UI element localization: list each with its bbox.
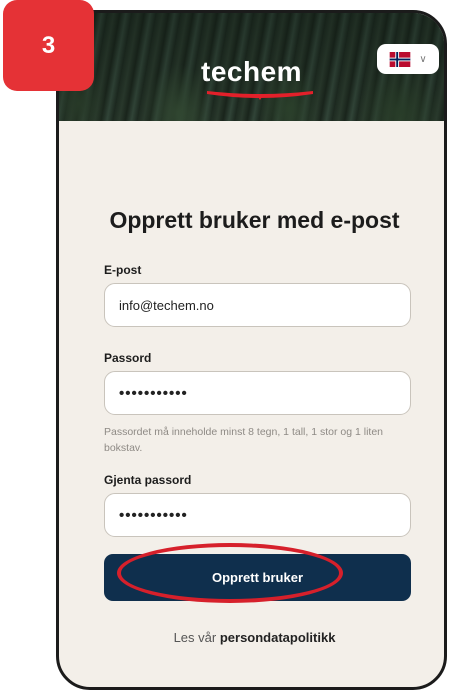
- language-selector[interactable]: ∨: [377, 44, 439, 74]
- confirm-password-field[interactable]: •••••••••••: [104, 493, 411, 537]
- password-label: Passord: [104, 351, 152, 365]
- privacy-policy-link[interactable]: persondatapolitikk: [220, 630, 336, 645]
- logo-swoosh-icon: [207, 91, 313, 100]
- step-badge: 3: [3, 0, 94, 91]
- email-label: E-post: [104, 263, 142, 277]
- create-user-button[interactable]: Opprett bruker: [104, 554, 411, 601]
- email-field[interactable]: info@techem.no: [104, 283, 411, 327]
- email-value: info@techem.no: [119, 297, 214, 313]
- page-title: Opprett bruker med e-post: [109, 207, 400, 233]
- confirm-password-label: Gjenta passord: [104, 473, 192, 487]
- password-field[interactable]: •••••••••••: [104, 371, 411, 415]
- techem-logo: techem: [201, 56, 303, 87]
- privacy-prefix: Les vår: [173, 630, 217, 645]
- privacy-notice: Les vår persondatapolitikk: [59, 630, 444, 645]
- chevron-down-icon: ∨: [419, 53, 427, 65]
- create-user-button-label: Opprett bruker: [211, 570, 303, 585]
- phone-frame: techem ∨ Opprett bruker med e-post E-pos…: [56, 10, 447, 690]
- confirm-password-value: •••••••••••: [119, 506, 188, 524]
- password-hint: Passordet må inneholde minst 8 tegn, 1 t…: [104, 426, 383, 454]
- password-value: •••••••••••: [119, 384, 188, 402]
- norway-flag-icon: [390, 51, 411, 67]
